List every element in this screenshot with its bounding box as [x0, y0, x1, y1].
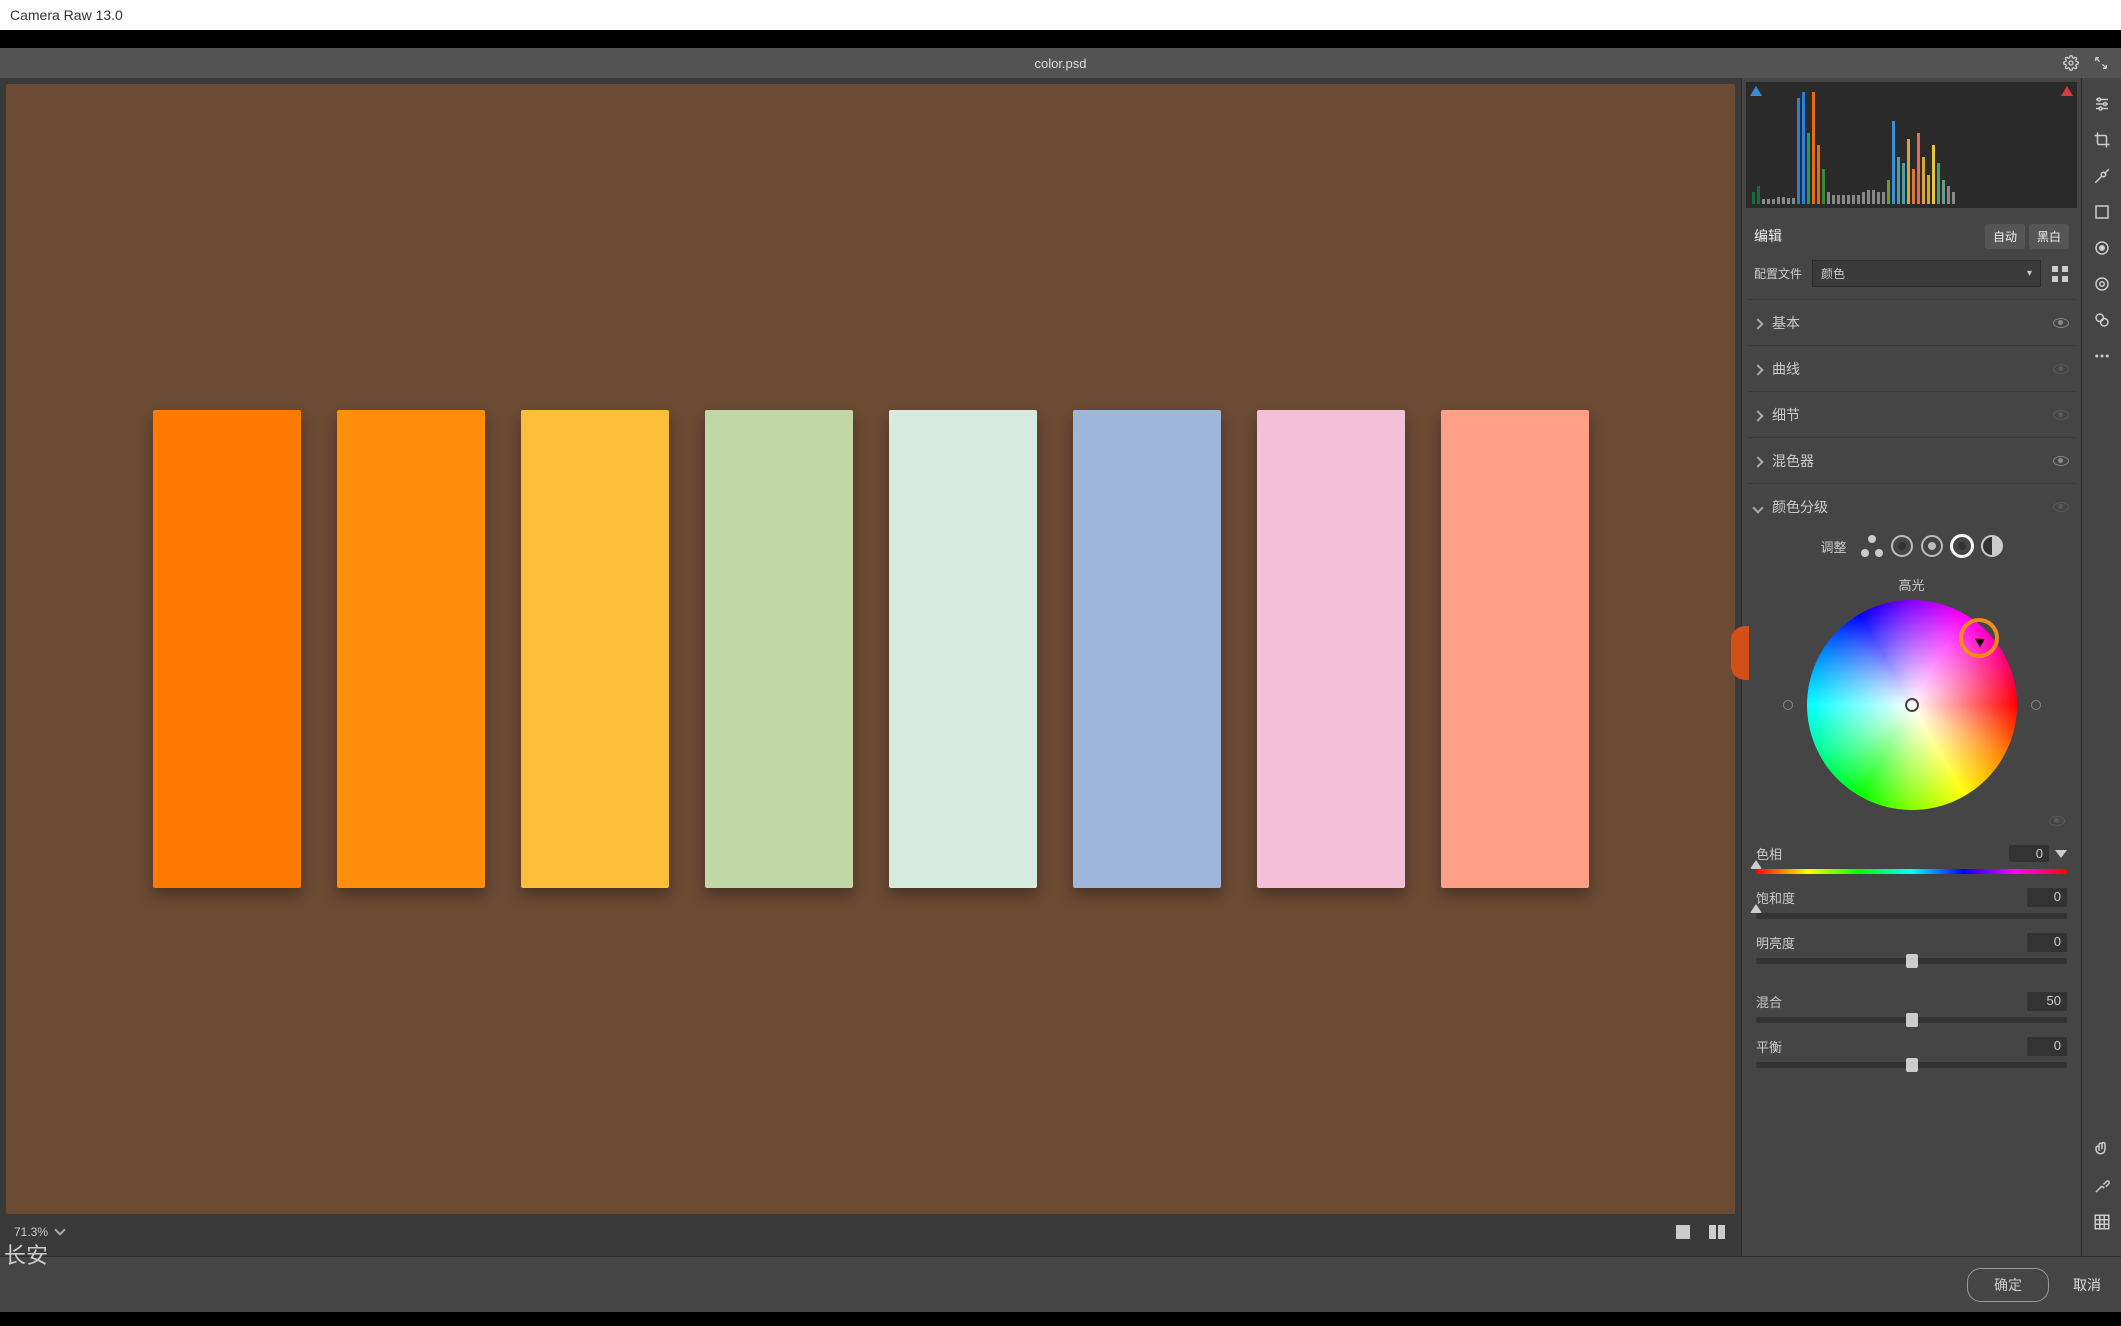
swatch-1 — [153, 410, 301, 888]
wheel-center-marker — [1905, 698, 1919, 712]
shadows-wheel-icon[interactable] — [1891, 535, 1913, 557]
ok-button[interactable]: 确定 — [1967, 1268, 2049, 1302]
next-wheel-icon[interactable] — [2031, 700, 2041, 710]
eye-icon[interactable] — [2049, 816, 2065, 826]
luminance-slider[interactable] — [1756, 958, 2067, 964]
grid-icon[interactable] — [2090, 1210, 2114, 1234]
swatch-3 — [521, 410, 669, 888]
tool-rail — [2081, 78, 2121, 1256]
eye-icon[interactable] — [2053, 456, 2069, 466]
section-detail[interactable]: 细节 — [1748, 391, 2075, 437]
single-view-icon[interactable] — [1673, 1222, 1693, 1242]
auto-button[interactable]: 自动 — [1985, 224, 2025, 249]
wheel-label: 高光 — [1898, 575, 1924, 594]
fullscreen-icon[interactable] — [2089, 51, 2113, 75]
app-title: Camera Raw 13.0 — [10, 7, 123, 23]
prev-wheel-icon[interactable] — [1783, 700, 1793, 710]
balance-slider-row: 平衡 0 — [1748, 1033, 2075, 1078]
swatch-4 — [705, 410, 853, 888]
eye-icon[interactable] — [2053, 410, 2069, 420]
hue-slider[interactable] — [1756, 869, 2067, 874]
blend-slider[interactable] — [1756, 1017, 2067, 1023]
redeye-icon[interactable] — [2090, 236, 2114, 260]
eye-icon[interactable] — [2053, 364, 2069, 374]
footer-bar: 确定 取消 — [0, 1256, 2121, 1312]
color-sampler-icon[interactable] — [2090, 1174, 2114, 1198]
disclosure-icon[interactable] — [2055, 850, 2067, 858]
global-wheel-icon[interactable] — [1981, 535, 2003, 557]
swatch-2 — [337, 410, 485, 888]
crop-icon[interactable] — [2090, 128, 2114, 152]
shadow-clip-icon[interactable] — [1750, 86, 1762, 96]
swatch-6 — [1073, 410, 1221, 888]
letterbox — [0, 30, 2121, 48]
highlight-clip-icon[interactable] — [2061, 86, 2073, 96]
document-name: color.psd — [1034, 56, 1086, 71]
split-view-icon[interactable] — [1707, 1222, 1727, 1242]
snapshot-icon[interactable] — [2090, 272, 2114, 296]
profile-browser-icon[interactable] — [2051, 265, 2069, 283]
profile-value: 颜色 — [1821, 265, 1845, 282]
sliders-icon[interactable] — [2090, 92, 2114, 116]
adjust-mode-row: 调整 — [1748, 529, 2075, 569]
profile-label: 配置文件 — [1754, 265, 1802, 282]
edit-section-header: 编辑 自动 黑白 — [1748, 216, 2075, 256]
histogram[interactable] — [1746, 82, 2077, 208]
balance-slider[interactable] — [1756, 1062, 2067, 1068]
canvas-overflow — [1731, 626, 1749, 680]
luminance-slider-row: 明亮度 0 — [1748, 929, 2075, 974]
saturation-slider[interactable] — [1756, 913, 2067, 919]
three-way-icon[interactable] — [1861, 535, 1883, 557]
section-color-grading[interactable]: 颜色分级 — [1748, 483, 2075, 529]
cancel-button[interactable]: 取消 — [2073, 1275, 2101, 1295]
canvas-area: 71.3% — [0, 78, 1741, 1256]
section-basic[interactable]: 基本 — [1748, 299, 2075, 345]
letterbox — [0, 1312, 2121, 1326]
wheel-cursor-icon[interactable] — [1959, 618, 1999, 658]
local-adjust-icon[interactable] — [2090, 200, 2114, 224]
title-bar: Camera Raw 13.0 — [0, 0, 2121, 30]
hue-slider-row: 色相 0 — [1748, 840, 2075, 884]
highlights-wheel-icon[interactable] — [1951, 535, 1973, 557]
blend-slider-row: 混合 50 — [1748, 988, 2075, 1033]
eye-icon[interactable] — [2053, 318, 2069, 328]
section-color-mixer[interactable]: 混色器 — [1748, 437, 2075, 483]
bw-button[interactable]: 黑白 — [2029, 224, 2069, 249]
swatch-8 — [1441, 410, 1589, 888]
balance-value[interactable]: 0 — [2027, 1037, 2067, 1056]
healing-icon[interactable] — [2090, 164, 2114, 188]
image-canvas[interactable] — [6, 84, 1735, 1214]
gear-icon[interactable] — [2059, 51, 2083, 75]
more-icon[interactable] — [2090, 344, 2114, 368]
zoom-dropdown-icon[interactable] — [54, 1224, 65, 1235]
hand-icon[interactable] — [2090, 1138, 2114, 1162]
eye-icon[interactable] — [2053, 502, 2069, 512]
saturation-value[interactable]: 0 — [2027, 888, 2067, 907]
color-wheel[interactable] — [1807, 600, 2017, 810]
edit-label: 编辑 — [1754, 226, 1782, 246]
status-bar: 71.3% — [6, 1214, 1735, 1250]
saturation-slider-row: 饱和度 0 — [1748, 884, 2075, 929]
section-curve[interactable]: 曲线 — [1748, 345, 2075, 391]
chevron-down-icon: ▾ — [2027, 268, 2032, 279]
swatch-5 — [889, 410, 1037, 888]
adjust-label: 调整 — [1820, 537, 1846, 556]
luminance-value[interactable]: 0 — [2027, 933, 2067, 952]
document-header: color.psd — [0, 48, 2121, 78]
blend-value[interactable]: 50 — [2027, 992, 2067, 1011]
hue-value[interactable]: 0 — [2009, 845, 2049, 862]
preset-icon[interactable] — [2090, 308, 2114, 332]
zoom-level[interactable]: 71.3% — [14, 1225, 48, 1239]
profile-dropdown[interactable]: 颜色 ▾ — [1812, 260, 2041, 287]
swatch-7 — [1257, 410, 1405, 888]
midtones-wheel-icon[interactable] — [1921, 535, 1943, 557]
edit-panel: 编辑 自动 黑白 配置文件 颜色 ▾ — [1741, 78, 2081, 1256]
